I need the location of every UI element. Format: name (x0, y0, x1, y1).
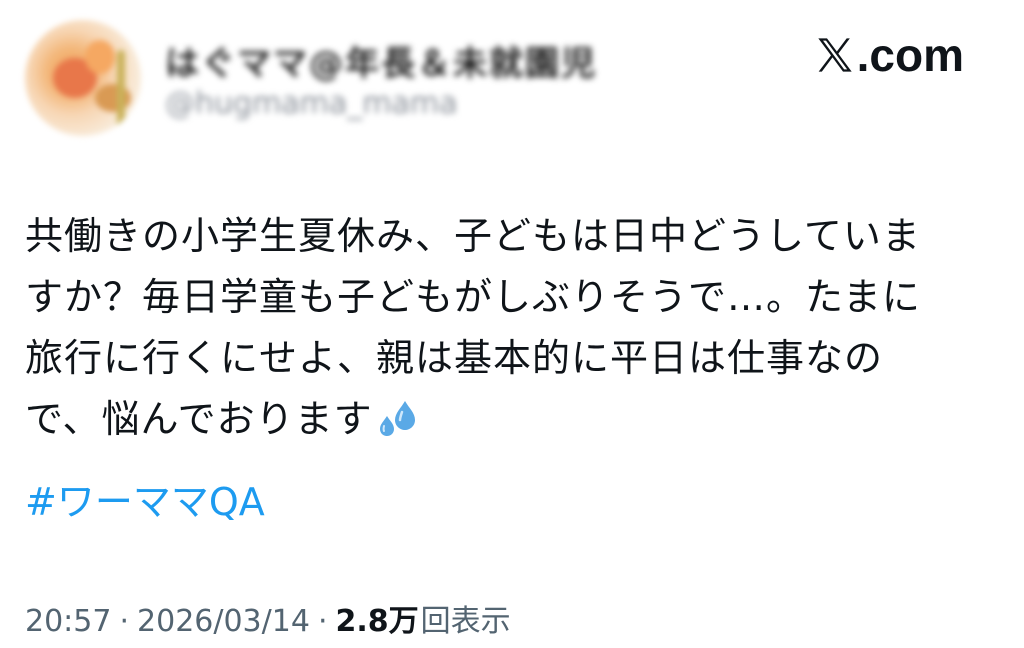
brand-text: .com (856, 29, 964, 81)
tweet-date[interactable]: 2026/03/14 (137, 604, 310, 639)
tweet-text-line: で、悩んでおります (25, 397, 373, 441)
meta-separator: · (119, 604, 130, 639)
views-label: 回表示 (420, 604, 511, 639)
tweet-text-line: 旅行に行くにせよ、親は基本的に平日は仕事なの (25, 336, 884, 380)
avatar[interactable] (25, 20, 141, 136)
views-count: 2.8万 (335, 604, 419, 639)
x-logo-icon (817, 38, 852, 72)
avatar-flower-shape (95, 84, 131, 112)
tweet-text-line-last: で、悩んでおります (25, 389, 1000, 450)
avatar-flower-shape (85, 40, 115, 74)
hashtag-link[interactable]: #ワーママQA (25, 472, 265, 533)
sweat-droplets-icon (379, 401, 415, 436)
tweet-text-line: すか？毎日学童も子どもがしぶりそうで…。たまに (25, 275, 921, 319)
brand-logo: .com (815, 28, 964, 82)
tweet-card: はぐママ@年長＆未就園児 @hugmama_mama .com 共働きの小学生夏… (0, 0, 1024, 648)
tweet-text: 共働きの小学生夏休み、子どもは日中どうしていま すか？毎日学童も子どもがしぶりそ… (25, 206, 1000, 450)
meta-separator: · (317, 604, 328, 639)
tweet-meta: 20:57 · 2026/03/14 · 2.8万 回表示 (25, 596, 511, 640)
tweet-time[interactable]: 20:57 (25, 604, 111, 639)
user-handle[interactable]: @hugmama_mama (165, 86, 458, 121)
tweet-text-line: 共働きの小学生夏休み、子どもは日中どうしていま (25, 214, 921, 258)
display-name[interactable]: はぐママ@年長＆未就園児 (165, 36, 597, 85)
avatar-stem-shape (117, 50, 125, 130)
